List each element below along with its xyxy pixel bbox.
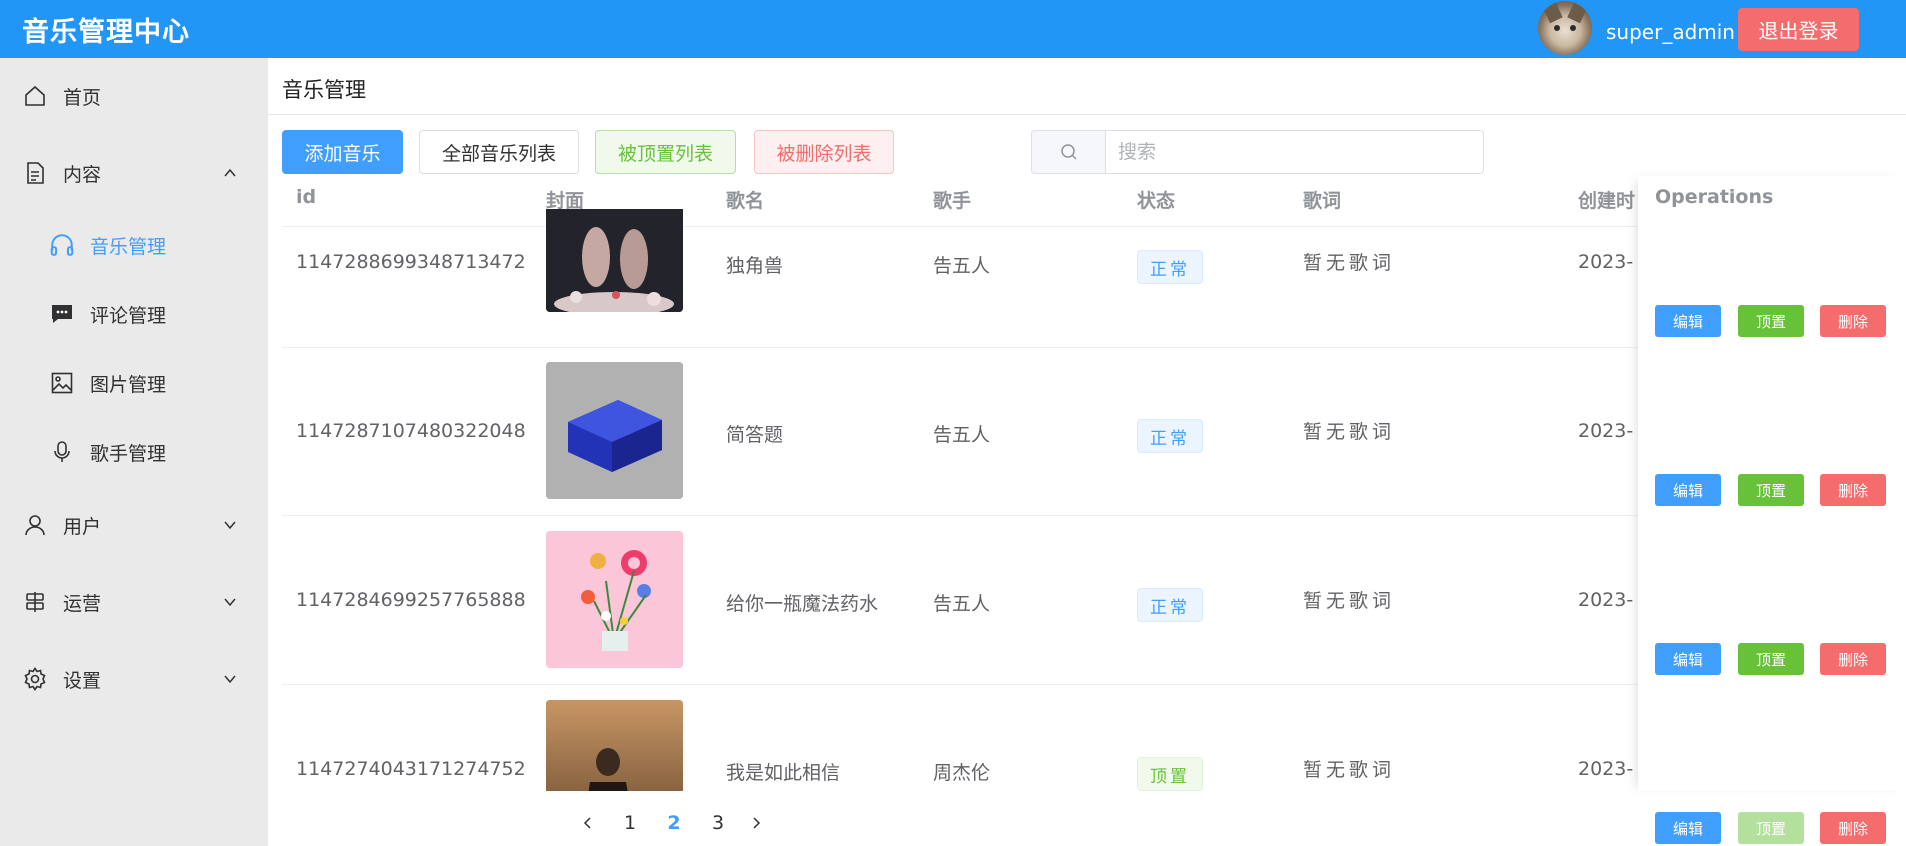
sidebar-item-music[interactable]: 音乐管理 [0,215,268,275]
status-badge: 正常 [1137,588,1203,622]
sidebar-item-operations[interactable]: 运营 [0,572,268,632]
cover-image [546,209,683,312]
cell-lyric: 暂无歌词 [1303,252,1396,274]
column-header-operations: Operations [1655,186,1774,208]
cover-image [546,700,683,791]
prev-page-icon[interactable] [574,808,602,838]
cell-lyric: 暂无歌词 [1303,590,1396,612]
divider [268,114,1906,115]
cell-created: 2023- [1578,589,1634,611]
sidebar-item-label: 评论管理 [90,304,167,327]
search-box [1031,130,1484,174]
status-badge: 正常 [1137,419,1203,453]
cell-singer: 告五人 [933,424,991,446]
sidebar: 首页 内容 音乐管理 评论管理 图片管理 歌手管理 用户 运营 设置 [0,58,268,846]
sidebar-item-label: 用户 [63,515,102,538]
chevron-down-icon [222,517,238,533]
top-list-button[interactable]: 被顶置列表 [595,130,736,174]
cell-created: 2023- [1578,251,1634,273]
edit-button[interactable]: 编辑 [1655,305,1721,337]
page-1[interactable]: 1 [612,808,648,838]
sidebar-item-label: 内容 [63,163,102,186]
edit-button[interactable]: 编辑 [1655,812,1721,844]
pin-top-button[interactable]: 顶置 [1738,474,1804,506]
cell-id: 1147284699257765888 [296,589,526,611]
add-music-button[interactable]: 添加音乐 [282,130,403,174]
sidebar-item-images[interactable]: 图片管理 [0,353,268,413]
main-content: 音乐管理 添加音乐 全部音乐列表 被顶置列表 被删除列表 id 封面 歌名 歌手… [268,58,1906,846]
chevron-down-icon [222,671,238,687]
delete-button[interactable]: 删除 [1820,305,1886,337]
next-page-icon[interactable] [742,808,770,838]
comment-icon [49,301,75,327]
sidebar-item-home[interactable]: 首页 [0,66,268,126]
app-title: 音乐管理中心 [22,17,190,48]
sidebar-item-content[interactable]: 内容 [0,143,268,203]
edit-button[interactable]: 编辑 [1655,643,1721,675]
page-3[interactable]: 3 [700,808,736,838]
sidebar-item-label: 图片管理 [90,373,167,396]
cell-lyric: 暂无歌词 [1303,759,1396,781]
search-input[interactable] [1118,131,1478,173]
sidebar-item-comments[interactable]: 评论管理 [0,284,268,344]
cell-created: 2023- [1578,758,1634,780]
gear-icon [22,666,48,692]
top-header: 音乐管理中心 super_admin 退出登录 [0,0,1906,58]
cell-singer: 告五人 [933,255,991,277]
cell-id: 1147287107480322048 [296,420,526,442]
sidebar-item-users[interactable]: 用户 [0,495,268,555]
pin-top-button: 顶置 [1738,812,1804,844]
cover-image [546,362,683,499]
chevron-up-icon [222,165,238,181]
deleted-list-button[interactable]: 被删除列表 [754,130,894,174]
delete-button[interactable]: 删除 [1820,812,1886,844]
delete-button[interactable]: 删除 [1820,474,1886,506]
cell-name: 给你一瓶魔法药水 [726,593,879,615]
cell-singer: 周杰伦 [933,762,991,784]
username: super_admin [1606,20,1735,44]
user-avatar[interactable] [1538,1,1592,55]
operations-column: Operations 编辑 顶置 删除 编辑 顶置 删除 编辑 顶置 删除 编辑… [1638,176,1906,844]
status-badge: 顶置 [1137,757,1203,791]
cell-created: 2023- [1578,420,1634,442]
user-icon [22,512,48,538]
microphone-icon [49,439,75,465]
edit-button[interactable]: 编辑 [1655,474,1721,506]
home-icon [22,83,48,109]
status-badge: 正常 [1137,250,1203,284]
sidebar-item-singers[interactable]: 歌手管理 [0,422,268,482]
document-icon [22,160,48,186]
sidebar-item-label: 歌手管理 [90,442,167,465]
image-icon [49,370,75,396]
logout-button[interactable]: 退出登录 [1738,8,1859,51]
all-music-list-button[interactable]: 全部音乐列表 [419,130,579,174]
cell-id: 1147288699348713472 [296,251,526,273]
sidebar-item-label: 音乐管理 [90,235,167,258]
cell-name: 独角兽 [726,255,784,277]
page-2[interactable]: 2 [656,808,692,838]
delete-button[interactable]: 删除 [1820,643,1886,675]
sidebar-item-label: 首页 [63,86,102,109]
signpost-icon [22,589,48,615]
search-icon[interactable] [1032,131,1106,173]
cover-image [546,531,683,668]
chevron-down-icon [222,594,238,610]
page-title: 音乐管理 [282,78,366,102]
cell-singer: 告五人 [933,593,991,615]
pin-top-button[interactable]: 顶置 [1738,305,1804,337]
cell-name: 简答题 [726,424,784,446]
sidebar-item-label: 设置 [63,669,102,692]
sidebar-item-settings[interactable]: 设置 [0,649,268,709]
headphones-icon [49,232,75,258]
cell-name: 我是如此相信 [726,762,841,784]
cell-id: 1147274043171274752 [296,758,526,780]
cell-lyric: 暂无歌词 [1303,421,1396,443]
sidebar-item-label: 运营 [63,592,102,615]
pin-top-button[interactable]: 顶置 [1738,643,1804,675]
